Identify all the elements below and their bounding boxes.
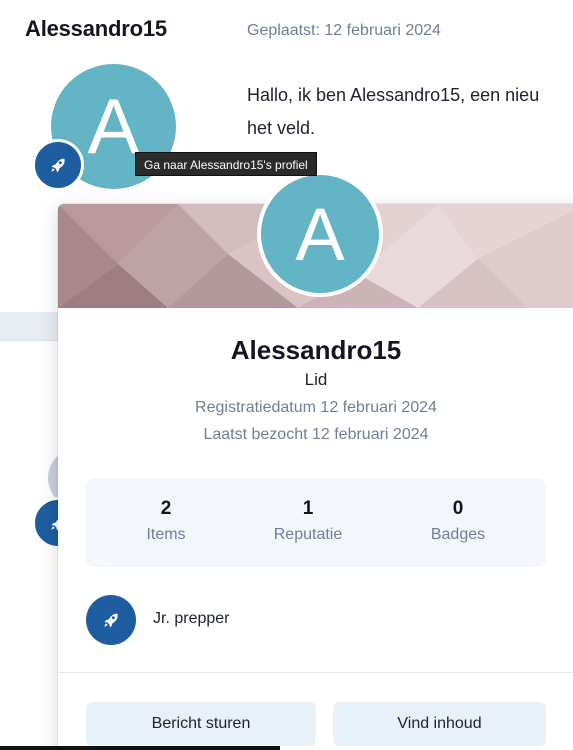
stat-items[interactable]: 2 Items — [101, 498, 231, 544]
stat-label: Items — [146, 526, 186, 543]
avatar-letter: A — [87, 82, 140, 170]
post-author-name[interactable]: Alessandro15 — [25, 16, 167, 42]
rank-badge — [32, 139, 84, 191]
find-content-button[interactable]: Vind inhoud — [333, 702, 546, 746]
stat-label: Badges — [430, 526, 486, 543]
stat-value: 1 — [302, 498, 314, 519]
post-body: Hallo, ik ben Alessandro15, een nieu het… — [247, 79, 573, 145]
profile-tooltip: Ga naar Alessandro15's profiel — [135, 152, 317, 176]
rank-badge — [86, 595, 136, 645]
post-body-line: het veld. — [247, 118, 316, 138]
send-message-button[interactable]: Bericht sturen — [86, 702, 316, 746]
taskbar-edge — [0, 746, 280, 750]
rocket-icon — [51, 158, 65, 173]
profile-name[interactable]: Alessandro15 — [58, 335, 573, 366]
stat-value: 0 — [452, 498, 464, 519]
post-date: Geplaatst: 12 februari 2024 — [247, 22, 441, 39]
divider — [58, 672, 573, 673]
divider — [0, 340, 60, 341]
section-divider — [0, 312, 60, 340]
stat-reputation[interactable]: 1 Reputatie — [243, 498, 373, 544]
avatar-letter: A — [295, 192, 345, 276]
stat-label: Reputatie — [273, 526, 343, 543]
profile-last-visit: Laatst bezocht 12 februari 2024 — [203, 426, 429, 443]
rank-label: Jr. prepper — [153, 610, 230, 627]
post-body-line: Hallo, ik ben Alessandro15, een nieu — [247, 85, 540, 105]
stat-value: 2 — [160, 498, 172, 519]
rocket-icon — [104, 613, 118, 628]
profile-role: Lid — [304, 370, 328, 389]
profile-registration-date: Registratiedatum 12 februari 2024 — [195, 399, 437, 416]
profile-stats: 2 Items 1 Reputatie 0 Badges — [86, 478, 546, 567]
profile-card-avatar[interactable]: A — [257, 171, 383, 297]
page: Alessandro15 Geplaatst: 12 februari 2024… — [0, 0, 573, 750]
stat-badges[interactable]: 0 Badges — [393, 498, 523, 544]
